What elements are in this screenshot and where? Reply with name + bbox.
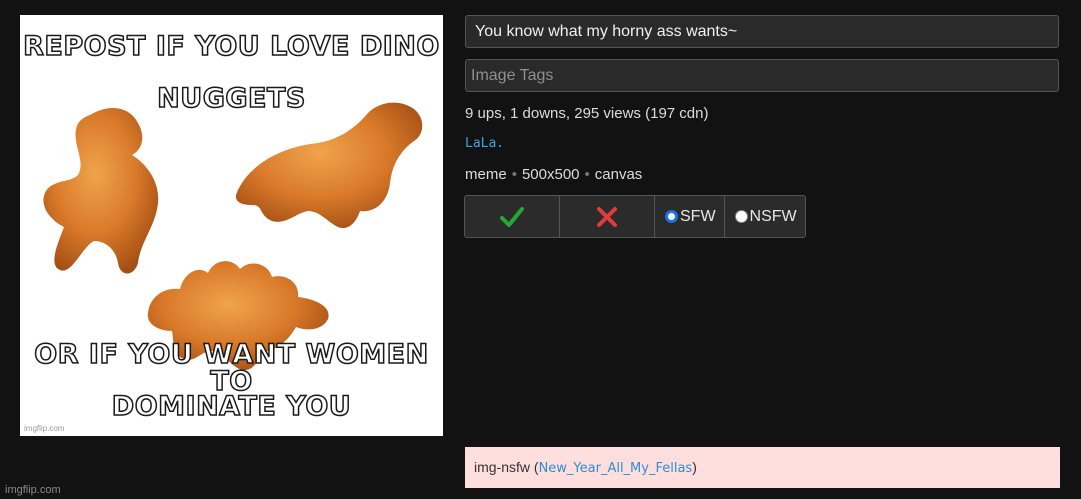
sfw-radio-option[interactable]: SFW xyxy=(655,196,725,237)
flag-prefix: img-nsfw ( xyxy=(474,459,539,475)
sfw-label: SFW xyxy=(680,207,716,225)
check-icon xyxy=(500,206,524,227)
meme-bottom-text-line-2: DOMINATE YOU xyxy=(111,391,352,422)
meta-dimensions: 500x500 xyxy=(521,166,580,183)
image-stats: 9 ups, 1 downs, 295 views (197 cdn) xyxy=(465,105,709,122)
image-tags-input[interactable] xyxy=(465,59,1059,92)
meta-renderer: canvas xyxy=(594,166,643,183)
separator-dot: • xyxy=(584,166,590,183)
meme-top-text-line-2: NUGGETS xyxy=(156,83,306,114)
nsfw-radio-option[interactable]: NSFW xyxy=(725,196,805,237)
approve-button[interactable] xyxy=(465,196,560,237)
brontosaurus-nugget xyxy=(235,102,423,229)
meta-type: meme xyxy=(465,166,507,183)
meme-top-text-line-1: REPOST IF YOU LOVE DINO xyxy=(22,31,440,62)
x-icon xyxy=(597,206,617,227)
image-title-input[interactable] xyxy=(465,15,1059,48)
stream-link[interactable]: New_Year_All_My_Fellas xyxy=(539,461,693,476)
sfw-radio-button[interactable] xyxy=(665,210,678,223)
nsfw-radio-button[interactable] xyxy=(734,210,748,223)
uploader-username-link[interactable]: LaLa. xyxy=(465,136,504,151)
moderation-actions: SFW NSFW xyxy=(464,195,806,238)
reject-button[interactable] xyxy=(560,196,655,237)
image-meta: meme • 500x500 • canvas xyxy=(465,166,642,183)
nsfw-flag-notice: img-nsfw (New_Year_All_My_Fellas) xyxy=(465,447,1060,488)
meme-image[interactable]: REPOST IF YOU LOVE DINO NUGGETS OR IF YO… xyxy=(20,15,443,436)
flag-suffix: ) xyxy=(692,459,697,475)
nsfw-label: NSFW xyxy=(749,207,797,225)
trex-nugget xyxy=(43,108,159,274)
meme-watermark: imgflip.com xyxy=(24,424,65,433)
separator-dot: • xyxy=(511,166,517,183)
meme-bottom-text-line-1: OR IF YOU WANT WOMEN TO xyxy=(34,339,429,397)
page-watermark: imgflip.com xyxy=(5,484,61,496)
